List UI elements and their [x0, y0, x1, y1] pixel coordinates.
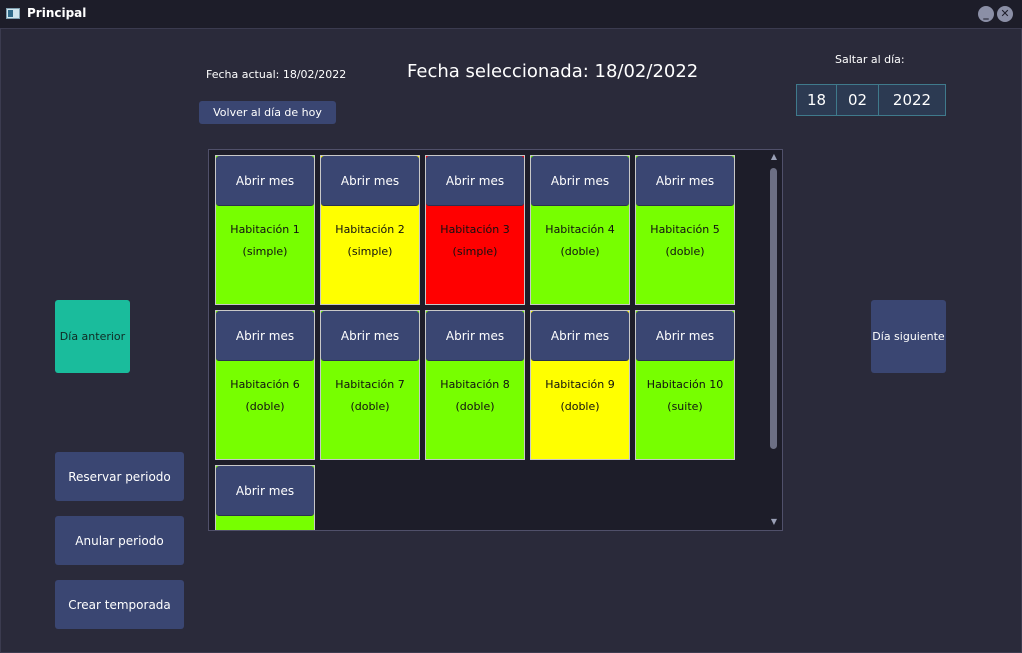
close-button[interactable]: ✕	[997, 6, 1013, 22]
create-season-button[interactable]: Crear temporada	[55, 580, 184, 629]
open-month-button[interactable]: Abrir mes	[426, 156, 524, 206]
open-month-button[interactable]: Abrir mes	[636, 156, 734, 206]
room-card-2: Abrir mes Habitación 2 (simple)	[320, 155, 420, 305]
room-name: Habitación 2	[335, 223, 405, 236]
year-field[interactable]: 2022	[878, 84, 946, 116]
room-card-8: Abrir mes Habitación 8 (doble)	[425, 310, 525, 460]
selected-date-title: Fecha seleccionada: 18/02/2022	[407, 61, 699, 82]
open-month-button[interactable]: Abrir mes	[426, 311, 524, 361]
room-card-1: Abrir mes Habitación 1 (simple)	[215, 155, 315, 305]
window-title: Principal	[27, 6, 87, 20]
room-name: Habitación 7	[335, 378, 405, 391]
current-date-label: Fecha actual: 18/02/2022	[206, 68, 347, 81]
room-name: Habitación 9	[545, 378, 615, 391]
room-card-5: Abrir mes Habitación 5 (doble)	[635, 155, 735, 305]
room-type: (suite)	[667, 400, 703, 413]
room-type: (doble)	[350, 400, 390, 413]
reserve-period-button[interactable]: Reservar periodo	[55, 452, 184, 501]
open-month-button[interactable]: Abrir mes	[321, 311, 419, 361]
rooms-grid[interactable]: Abrir mes Habitación 1 (simple) Abrir me…	[208, 149, 783, 531]
room-type: (simple)	[452, 245, 498, 258]
room-type: (doble)	[245, 400, 285, 413]
title-bar: Principal _ ✕	[0, 0, 1022, 28]
jump-to-day-label: Saltar al día:	[835, 53, 905, 66]
app-icon	[6, 8, 20, 19]
open-month-button[interactable]: Abrir mes	[531, 311, 629, 361]
room-name: Habitación 6	[230, 378, 300, 391]
room-type: (doble)	[455, 400, 495, 413]
room-card-4: Abrir mes Habitación 4 (doble)	[530, 155, 630, 305]
room-card-3: Abrir mes Habitación 3 (simple)	[425, 155, 525, 305]
room-card-6: Abrir mes Habitación 6 (doble)	[215, 310, 315, 460]
room-type: (simple)	[242, 245, 288, 258]
next-day-button[interactable]: Día siguiente	[871, 300, 946, 373]
room-card-9: Abrir mes Habitación 9 (doble)	[530, 310, 630, 460]
room-type: (doble)	[560, 400, 600, 413]
open-month-button[interactable]: Abrir mes	[216, 311, 314, 361]
open-month-button[interactable]: Abrir mes	[636, 311, 734, 361]
room-name: Habitación 3	[440, 223, 510, 236]
room-name: Habitación 5	[650, 223, 720, 236]
cancel-period-button[interactable]: Anular periodo	[55, 516, 184, 565]
day-field[interactable]: 18	[796, 84, 837, 116]
room-name: Habitación 8	[440, 378, 510, 391]
open-month-button[interactable]: Abrir mes	[321, 156, 419, 206]
room-card-7: Abrir mes Habitación 7 (doble)	[320, 310, 420, 460]
month-field[interactable]: 02	[836, 84, 879, 116]
room-type: (simple)	[347, 245, 393, 258]
scrollbar-thumb[interactable]	[770, 168, 777, 449]
room-name: Habitación 1	[230, 223, 300, 236]
minimize-button[interactable]: _	[978, 6, 994, 22]
room-name: Habitación 4	[545, 223, 615, 236]
room-type: (doble)	[665, 245, 705, 258]
room-name: Habitación 10	[646, 378, 724, 391]
room-card-11: Abrir mes	[215, 465, 315, 530]
scroll-up-arrow-icon[interactable]: ▲	[769, 152, 779, 161]
room-card-10: Abrir mes Habitación 10 (suite)	[635, 310, 735, 460]
previous-day-button[interactable]: Día anterior	[55, 300, 130, 373]
today-button[interactable]: Volver al día de hoy	[199, 101, 336, 124]
open-month-button[interactable]: Abrir mes	[531, 156, 629, 206]
open-month-button[interactable]: Abrir mes	[216, 156, 314, 206]
room-type: (doble)	[560, 245, 600, 258]
scroll-down-arrow-icon[interactable]: ▼	[769, 517, 779, 526]
open-month-button[interactable]: Abrir mes	[216, 466, 314, 516]
